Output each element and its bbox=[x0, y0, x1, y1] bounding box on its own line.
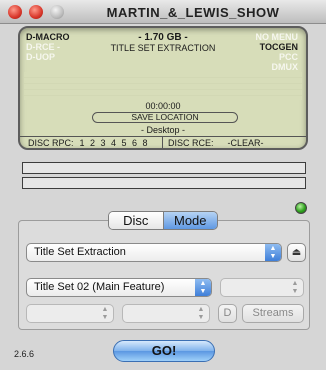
lcd-scanlines bbox=[24, 72, 302, 100]
updown-arrows-icon: ▲ ▼ bbox=[197, 306, 205, 321]
updown-arrows-icon: ▲ ▼ bbox=[291, 280, 299, 295]
lcd-display: D-MACRO D-RCE - D-UOP - 1.70 GB - TITLE … bbox=[18, 26, 308, 150]
d-button[interactable]: D bbox=[218, 304, 237, 323]
zoom-window-button[interactable] bbox=[50, 5, 64, 19]
tab-mode[interactable]: Mode bbox=[163, 212, 217, 229]
eject-button[interactable]: ⏏ bbox=[287, 243, 306, 262]
window-title: MARTIN_&_LEWIS_SHOW bbox=[106, 5, 280, 20]
disabled-popup-2[interactable]: ▲ ▼ bbox=[26, 304, 114, 323]
updown-arrows-icon: ▲ ▼ bbox=[195, 279, 211, 296]
flag-no-menu: NO MENU bbox=[255, 32, 299, 42]
status-led bbox=[295, 202, 307, 214]
version-label: 2.6.6 bbox=[14, 349, 35, 359]
updown-arrows-icon: ▲ ▼ bbox=[101, 306, 109, 321]
disc-rce-label: DISC RCE: bbox=[168, 138, 214, 148]
title-set-popup[interactable]: Title Set 02 (Main Feature) ▲ ▼ bbox=[26, 278, 212, 297]
lcd-divider-line bbox=[20, 136, 306, 137]
elapsed-time: 00:00:00 bbox=[145, 101, 181, 111]
disabled-popup-1[interactable]: ▲ ▼ bbox=[220, 278, 304, 297]
disc-rce: DISC RCE: -CLEAR- bbox=[168, 138, 264, 148]
title-bar: MARTIN_&_LEWIS_SHOW bbox=[0, 0, 326, 24]
disc-rpc-label: DISC RPC: bbox=[28, 138, 74, 148]
eject-icon: ⏏ bbox=[291, 247, 302, 258]
disc-rce-value: -CLEAR- bbox=[227, 138, 264, 148]
title-set-value: Title Set 02 (Main Feature) bbox=[34, 281, 165, 293]
save-location-button[interactable]: SAVE LOCATION bbox=[92, 112, 238, 123]
updown-arrows-icon: ▲ ▼ bbox=[265, 244, 281, 261]
flag-d-uop: D-UOP bbox=[26, 52, 55, 62]
progress-bar-1 bbox=[22, 162, 306, 174]
transfer-mode-value: Title Set Extraction bbox=[34, 246, 126, 258]
transfer-mode-popup[interactable]: Title Set Extraction ▲ ▼ bbox=[26, 243, 282, 262]
tab-disc[interactable]: Disc bbox=[109, 212, 164, 229]
lcd-vertical-divider bbox=[162, 137, 163, 148]
flag-tocgen: TOCGEN bbox=[259, 42, 298, 52]
disc-rpc: DISC RPC: 1 2 3 4 5 6 8 bbox=[28, 138, 149, 148]
close-window-button[interactable] bbox=[8, 5, 22, 19]
flag-dmux: DMUX bbox=[271, 62, 299, 72]
minimize-window-button[interactable] bbox=[29, 5, 43, 19]
disabled-popup-3[interactable]: ▲ ▼ bbox=[122, 304, 210, 323]
disc-rpc-digits: 1 2 3 4 5 6 8 bbox=[79, 138, 150, 148]
streams-button[interactable]: Streams bbox=[242, 304, 304, 323]
progress-bar-2 bbox=[22, 177, 306, 189]
go-button[interactable]: GO! bbox=[113, 340, 215, 362]
flag-pcc: PCC bbox=[278, 52, 298, 62]
save-location-path: - Desktop - bbox=[140, 125, 185, 135]
lcd-right-flags: NO MENU TOCGEN PCC DMUX bbox=[256, 32, 299, 72]
disc-mode-segmented-control[interactable]: Disc Mode bbox=[108, 211, 218, 230]
